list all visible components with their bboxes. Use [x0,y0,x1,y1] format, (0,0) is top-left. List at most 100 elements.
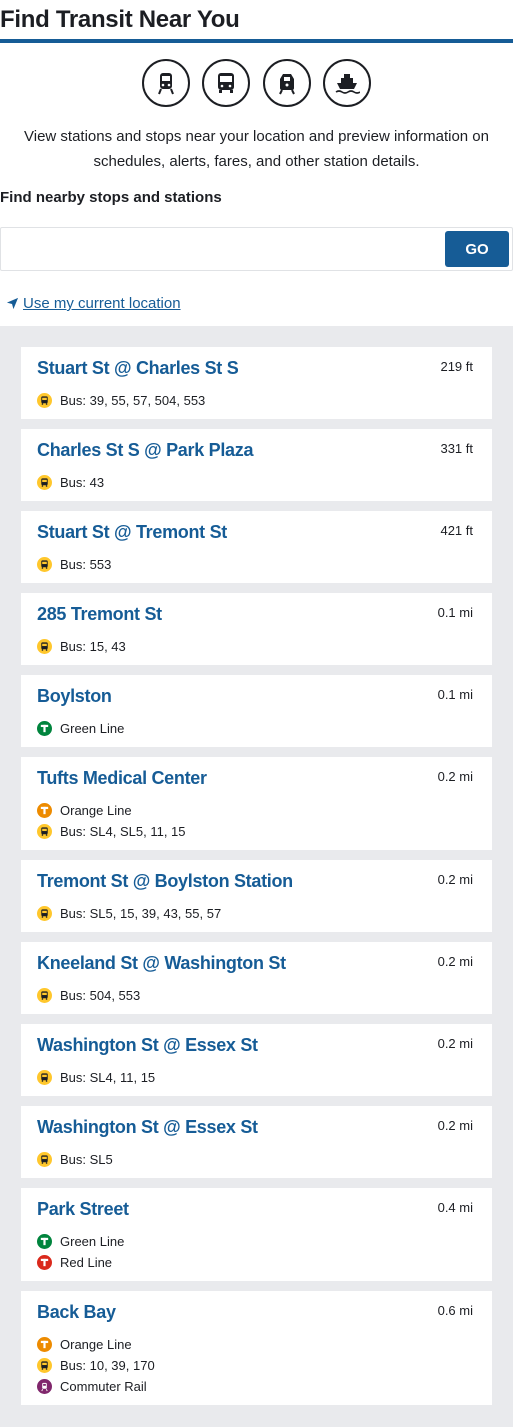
bus-icon [37,393,52,408]
t-logo-icon [37,1234,52,1249]
bus-icon [37,1070,52,1085]
route-item: Orange Line [37,803,132,818]
title-divider [0,39,513,43]
commuter-rail-icon [37,1379,52,1394]
search-input[interactable] [7,234,437,264]
stop-name-link[interactable]: Stuart St @ Charles St S [37,358,239,379]
stop-name-link[interactable]: Tremont St @ Boylston Station [37,871,293,892]
stop-distance: 0.2 mi [437,954,473,969]
route-item: Bus: 504, 553 [37,988,140,1003]
route-item: Bus: 10, 39, 170 [37,1358,155,1373]
stop-card[interactable]: Boylston 0.1 mi Green Line [21,675,492,747]
bus-icon [37,1358,52,1373]
t-logo-icon [37,721,52,736]
stop-name-link[interactable]: 285 Tremont St [37,604,162,625]
route-item: Commuter Rail [37,1379,147,1394]
t-logo-icon [37,1255,52,1270]
route-item: Bus: SL5 [37,1152,113,1167]
route-item: Bus: 15, 43 [37,639,126,654]
search-box: GO [0,227,513,271]
bus-icon [37,824,52,839]
stop-card[interactable]: Kneeland St @ Washington St 0.2 mi Bus: 50… [21,942,492,1014]
stop-name-link[interactable]: Tufts Medical Center [37,768,207,789]
page-title: Find Transit Near You [0,6,240,33]
stop-card[interactable]: Park Street 0.4 mi Green Line Red Line [21,1188,492,1281]
route-item: Red Line [37,1255,112,1270]
stop-distance: 331 ft [440,441,473,456]
route-item: Bus: SL4, 11, 15 [37,1070,155,1085]
route-label: Bus: SL5, 15, 39, 43, 55, 57 [60,906,222,921]
subway-icon [142,59,190,107]
stop-distance: 219 ft [440,359,473,374]
t-logo-icon [37,803,52,818]
stop-card[interactable]: 285 Tremont St 0.1 mi Bus: 15, 43 [21,593,492,665]
route-label: Bus: 15, 43 [60,639,126,654]
stop-name-link[interactable]: Washington St @ Essex St [37,1117,258,1138]
bus-icon [37,639,52,654]
stop-distance: 0.2 mi [437,1118,473,1133]
stop-distance: 0.6 mi [437,1303,473,1318]
route-item: Bus: SL4, SL5, 11, 15 [37,824,186,839]
route-label: Bus: 504, 553 [60,988,141,1003]
intro-text: View stations and stops near your locati… [0,124,513,174]
stop-card[interactable]: Washington St @ Essex St 0.2 mi Bus: SL5 [21,1106,492,1178]
bus-icon [37,475,52,490]
ferry-icon [322,59,371,107]
stop-name-link[interactable]: Boylston [37,686,112,707]
intro-line-1: View stations and stops near your locati… [24,128,489,145]
route-label: Bus: 10, 39, 170 [60,1358,155,1373]
stop-name-link[interactable]: Kneeland St @ Washington St [37,953,286,974]
route-item: Green Line [37,1234,124,1249]
route-item: Bus: 39, 55, 57, 504, 553 [37,393,205,408]
route-label: Green Line [60,721,125,736]
stop-card[interactable]: Washington St @ Essex St 0.2 mi Bus: SL4, … [21,1024,492,1096]
stop-distance: 0.1 mi [437,605,473,620]
stop-card[interactable]: Stuart St @ Tremont St 421 ft Bus: 553 [21,511,492,583]
route-label: Green Line [60,1234,125,1249]
route-label: Bus: 39, 55, 57, 504, 553 [60,393,206,408]
stop-card[interactable]: Stuart St @ Charles St S 219 ft Bus: 39, 5… [21,347,492,419]
bus-icon [37,557,52,572]
intro-line-2: schedules, alerts, fares, and other stat… [93,153,420,170]
bus-icon [37,1152,52,1167]
stop-card[interactable]: Tufts Medical Center 0.2 mi Orange Line Bus… [21,757,492,850]
stop-distance: 0.4 mi [437,1200,473,1215]
stop-name-link[interactable]: Stuart St @ Tremont St [37,522,227,543]
route-label: Commuter Rail [60,1379,147,1394]
t-logo-icon [37,1337,52,1352]
stop-card[interactable]: Charles St S @ Park Plaza 331 ft Bus: 43 [21,429,492,501]
location-link-label: Use my current location [23,295,181,312]
results-list: Stuart St @ Charles St S 219 ft Bus: 39, 5… [0,326,513,1427]
stop-distance: 0.1 mi [437,687,473,702]
route-item: Orange Line [37,1337,132,1352]
location-arrow-icon [6,297,19,310]
bus-icon [37,906,52,921]
route-label: Orange Line [60,1337,132,1352]
search-label: Find nearby stops and stations [0,189,222,206]
stop-distance: 0.2 mi [437,1036,473,1051]
stop-name-link[interactable]: Back Bay [37,1302,116,1323]
route-label: Bus: SL4, 11, 15 [60,1070,156,1085]
stop-distance: 0.2 mi [437,769,473,784]
stop-card[interactable]: Back Bay 0.6 mi Orange Line Bus: 10, 39, 17… [21,1291,492,1405]
route-item: Green Line [37,721,124,736]
route-label: Red Line [60,1255,113,1270]
bus-icon [37,988,52,1003]
use-current-location-link[interactable]: Use my current location [6,295,181,312]
route-label: Bus: 553 [60,557,112,572]
commuter-rail-icon [262,59,311,107]
stop-name-link[interactable]: Park Street [37,1199,129,1220]
stop-distance: 0.2 mi [437,872,473,887]
stop-card[interactable]: Tremont St @ Boylston Station 0.2 mi Bus: … [21,860,492,932]
go-button[interactable]: GO [445,231,509,267]
stop-name-link[interactable]: Washington St @ Essex St [37,1035,258,1056]
route-item: Bus: 43 [37,475,104,490]
mode-icons [142,59,371,107]
route-item: Bus: SL5, 15, 39, 43, 55, 57 [37,906,221,921]
stop-distance: 421 ft [440,523,473,538]
route-label: Bus: SL5 [60,1152,113,1167]
route-item: Bus: 553 [37,557,111,572]
route-label: Bus: SL4, SL5, 11, 15 [60,824,186,839]
stop-name-link[interactable]: Charles St S @ Park Plaza [37,440,253,461]
route-label: Orange Line [60,803,132,818]
